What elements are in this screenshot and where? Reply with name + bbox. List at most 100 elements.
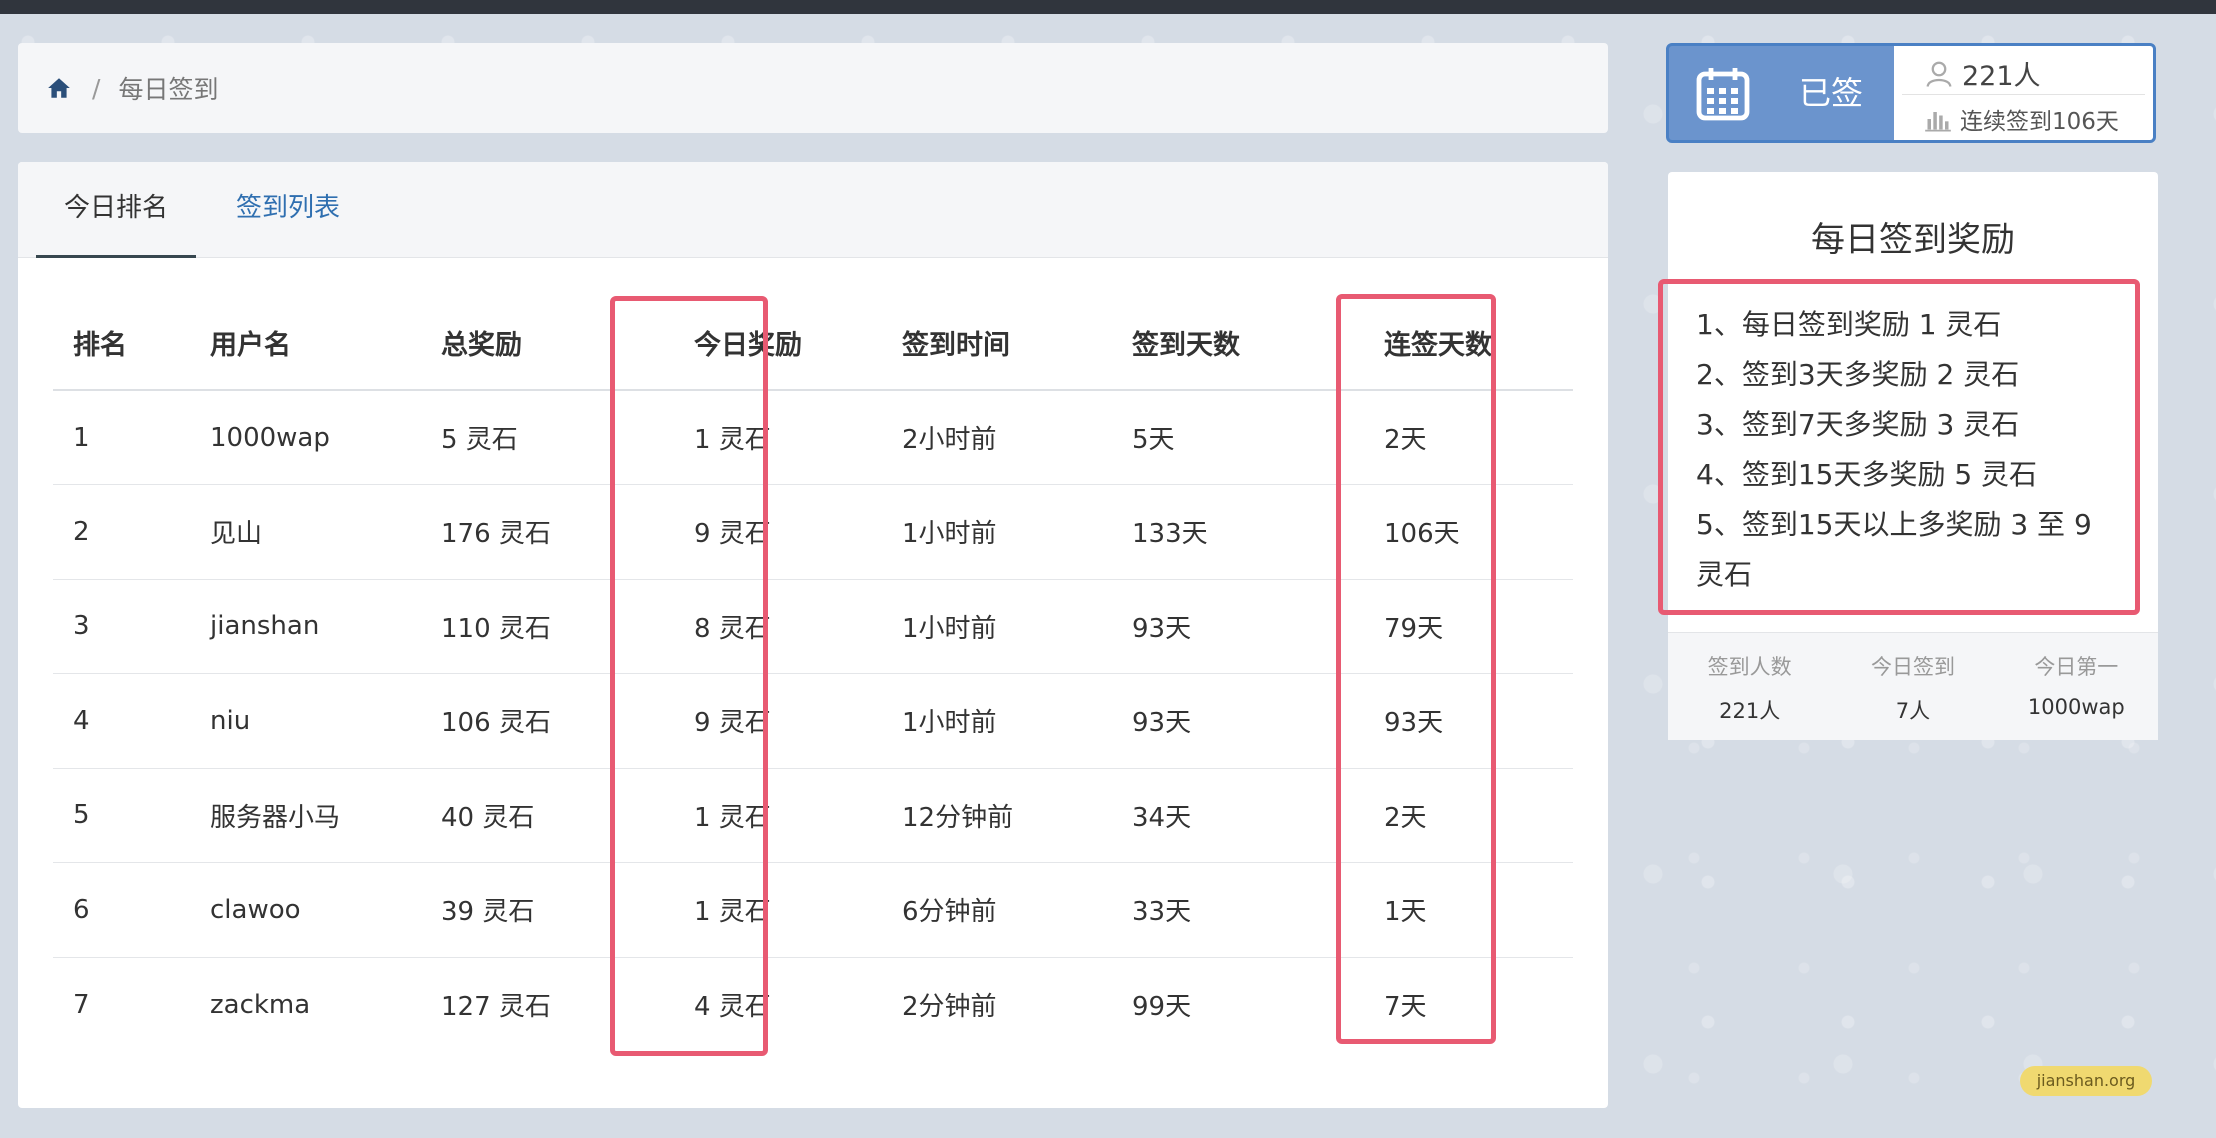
cell-sign-time: 2小时前 xyxy=(882,390,1112,485)
cell-sign-days: 133天 xyxy=(1112,484,1342,580)
watermark: jianshan.org xyxy=(2020,1066,2152,1096)
sign-stats: 221人 连续签到106天 xyxy=(1894,46,2153,140)
cell-rank: 7 xyxy=(73,989,90,1020)
cell-streak-days: 7天 xyxy=(1384,992,1427,1022)
stat-value[interactable]: 1000wap xyxy=(1995,695,2158,719)
table-row: 6 clawoo 39 灵石 1 灵石 6分钟前 33天 1天 xyxy=(53,862,1573,958)
tab-today-ranking[interactable]: 今日排名 xyxy=(36,162,197,258)
cell-rank: 2 xyxy=(53,484,190,580)
tab-bar: 今日排名 签到列表 xyxy=(18,162,1608,258)
reward-rule: 5、签到15天以上多奖励 3 至 9 灵石 xyxy=(1696,508,2092,591)
sign-status-box: 已签 221人 连续签到106天 xyxy=(1666,43,2156,143)
cell-total-reward: 40 灵石 xyxy=(421,768,652,863)
cell-streak-days: 2天 xyxy=(1342,390,1573,485)
sign-count: 221人 xyxy=(1962,61,2041,92)
header-sign-time: 签到时间 xyxy=(882,296,1112,391)
table-row: 4 niu 106 灵石 9 灵石 1小时前 93天 93天 xyxy=(53,673,1573,769)
reward-rule: 4、签到15天多奖励 5 灵石 xyxy=(1696,458,2038,491)
sign-status-left: 已签 xyxy=(1669,46,1894,140)
cell-sign-days: 93天 xyxy=(1112,673,1342,769)
header-today-reward: 今日奖励 xyxy=(652,296,882,391)
cell-rank: 4 xyxy=(53,673,190,769)
stat-label: 今日签到 xyxy=(1870,655,1955,679)
reward-rule: 3、签到7天多奖励 3 灵石 xyxy=(1696,408,2020,441)
ranking-table: 排名 用户名 总奖励 今日奖励 签到时间 签到天数 连签天数 1 1000wap 5… xyxy=(53,296,1573,1052)
tab-sign-list[interactable]: 签到列表 xyxy=(208,162,368,258)
cell-streak-days: 106天 xyxy=(1342,484,1573,580)
reward-rule: 1、每日签到奖励 1 灵石 xyxy=(1696,308,2002,341)
table-row: 3 jianshan 110 灵石 8 灵石 1小时前 93天 79天 xyxy=(53,579,1573,674)
signed-status: 已签 xyxy=(1799,74,1864,112)
cell-sign-days: 93天 xyxy=(1112,579,1342,674)
cell-today-reward: 4 灵石 xyxy=(694,992,771,1022)
table-row: 1 1000wap 5 灵石 1 灵石 2小时前 5天 2天 xyxy=(53,390,1573,485)
cell-today-reward: 9 灵石 xyxy=(652,484,882,580)
cell-today-reward: 8 灵石 xyxy=(652,579,882,674)
header-username: 用户名 xyxy=(190,296,421,391)
reward-card: 每日签到奖励 1、每日签到奖励 1 灵石 2、签到3天多奖励 2 灵石 3、签到… xyxy=(1658,172,2158,740)
cell-streak-days: 79天 xyxy=(1342,579,1573,674)
sign-stats-divider xyxy=(1902,94,2145,95)
breadcrumb: / 每日签到 xyxy=(18,43,1608,133)
cell-sign-time: 1小时前 xyxy=(882,673,1112,769)
cell-sign-time: 12分钟前 xyxy=(882,768,1112,863)
cell-sign-time: 1小时前 xyxy=(882,579,1112,674)
cell-today-reward: 1 灵石 xyxy=(652,390,882,485)
table-row: 2 见山 176 灵石 9 灵石 1小时前 133天 106天 xyxy=(53,484,1573,580)
cell-streak-days: 93天 xyxy=(1342,673,1573,769)
breadcrumb-current: 每日签到 xyxy=(118,75,219,104)
cell-total-reward: 176 灵石 xyxy=(421,484,652,580)
cell-streak-days: 1天 xyxy=(1342,862,1573,958)
cell-sign-time: 2分钟前 xyxy=(902,992,997,1022)
header-total-reward: 总奖励 xyxy=(421,296,652,391)
stat-value: 7人 xyxy=(1895,699,1931,723)
cell-username[interactable]: zackma xyxy=(190,957,421,1052)
cell-today-reward: 1 灵石 xyxy=(652,862,882,958)
cell-today-reward: 9 灵石 xyxy=(652,673,882,769)
cell-username[interactable]: clawoo xyxy=(190,862,421,958)
cell-sign-days: 33天 xyxy=(1112,862,1342,958)
stat-value: 221人 xyxy=(1719,699,1781,723)
top-bar xyxy=(0,0,2216,14)
table-row: 7 zackma 127 灵石 4 灵石 2分钟前 99天 7天 xyxy=(53,957,1573,1052)
reward-rules-list: 1、每日签到奖励 1 灵石 2、签到3天多奖励 2 灵石 3、签到7天多奖励 3… xyxy=(1696,300,2126,600)
cell-username[interactable]: 见山 xyxy=(190,484,421,580)
cell-today-reward: 1 灵石 xyxy=(652,768,882,863)
bar-chart-icon xyxy=(1925,112,1951,132)
table-header-row: 排名 用户名 总奖励 今日奖励 签到时间 签到天数 连签天数 xyxy=(53,296,1573,391)
cell-streak-days: 2天 xyxy=(1342,768,1573,863)
calendar-icon xyxy=(1696,68,1750,121)
stat-today-first: 今日第一 1000wap xyxy=(1995,633,2158,740)
cell-total-reward: 39 灵石 xyxy=(421,862,652,958)
cell-username[interactable]: niu xyxy=(190,673,421,769)
reward-stats: 签到人数 221人 今日签到 7人 今日第一 1000wap xyxy=(1668,632,2158,740)
cell-total-reward: 5 灵石 xyxy=(421,390,652,485)
cell-rank: 1 xyxy=(53,390,190,485)
header-rank: 排名 xyxy=(53,296,190,391)
streak-row: 连续签到106天 xyxy=(1924,102,2119,136)
ranking-panel: 今日排名 签到列表 排名 用户名 总奖励 今日奖励 签到时间 签到天数 连签天数… xyxy=(18,162,1608,1108)
cell-username[interactable]: 服务器小马 xyxy=(190,768,421,863)
user-icon xyxy=(1926,61,1952,87)
stat-today-sign: 今日签到 7人 xyxy=(1831,633,1994,740)
cell-sign-days: 5天 xyxy=(1112,390,1342,485)
home-icon[interactable] xyxy=(46,75,72,101)
cell-total-reward: 110 灵石 xyxy=(421,579,652,674)
header-sign-days: 签到天数 xyxy=(1112,296,1342,391)
cell-rank: 6 xyxy=(53,862,190,958)
breadcrumb-separator: / xyxy=(92,73,101,103)
stat-sign-users: 签到人数 221人 xyxy=(1668,633,1831,740)
cell-sign-time: 1小时前 xyxy=(882,484,1112,580)
reward-title: 每日签到奖励 xyxy=(1811,220,2015,260)
table-row: 5 服务器小马 40 灵石 1 灵石 12分钟前 34天 2天 xyxy=(53,768,1573,863)
cell-sign-days: 34天 xyxy=(1112,768,1342,863)
stat-label: 今日第一 xyxy=(2034,655,2119,679)
cell-username[interactable]: 1000wap xyxy=(190,390,421,485)
header-streak-days: 连签天数 xyxy=(1342,296,1573,391)
cell-total-reward: 106 灵石 xyxy=(421,673,652,769)
stat-label: 签到人数 xyxy=(1707,655,1792,679)
reward-rule: 2、签到3天多奖励 2 灵石 xyxy=(1696,358,2020,391)
streak-text: 连续签到106天 xyxy=(1960,109,2119,135)
cell-rank: 3 xyxy=(53,579,190,674)
cell-username[interactable]: jianshan xyxy=(190,579,421,674)
